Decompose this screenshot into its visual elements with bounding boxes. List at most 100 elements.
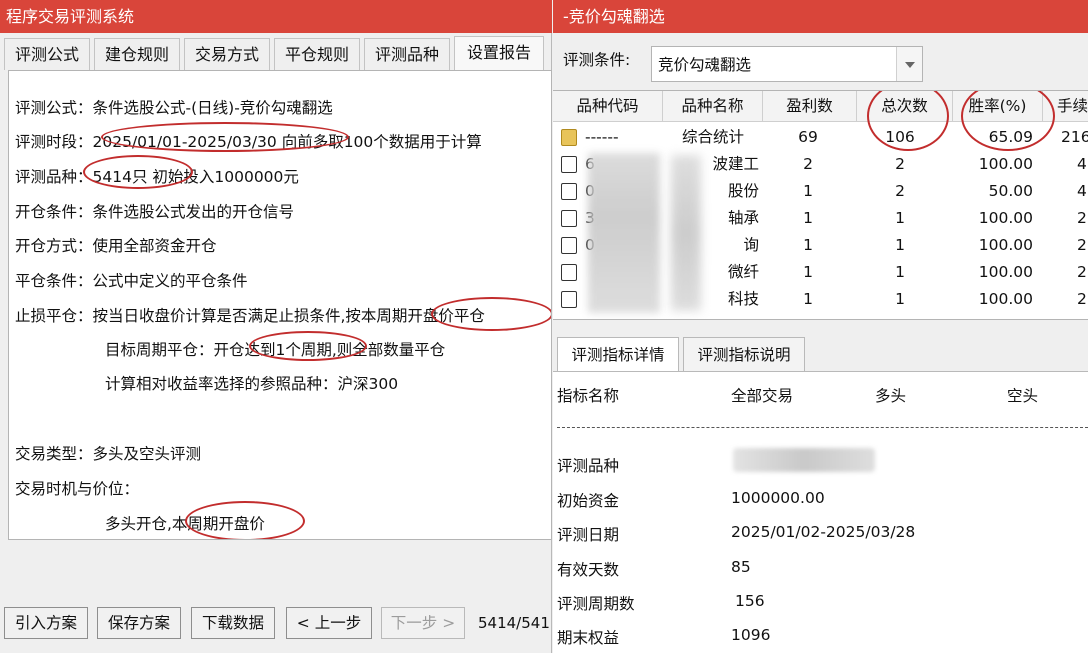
document-icon — [561, 156, 577, 173]
tab-close-rules[interactable]: 平仓规则 — [274, 38, 360, 70]
summary-icon — [561, 129, 577, 146]
cell-rate: 100.00 — [978, 155, 1033, 173]
timing-label: 交易时机与价位： — [15, 480, 140, 498]
cell-fee: 4 — [1077, 155, 1087, 173]
annotation-circle — [83, 155, 193, 189]
cell-fee: 2 — [1077, 209, 1087, 227]
cell-total: 2 — [895, 182, 905, 200]
cell-fee: 2 — [1077, 236, 1087, 254]
cell-total: 1 — [895, 263, 905, 281]
results-window-title: -竞价勾魂翻选 — [553, 0, 1088, 33]
document-icon — [561, 291, 577, 308]
detail-header-name: 指标名称 — [557, 387, 620, 405]
redaction-blur — [671, 155, 701, 311]
download-data-button[interactable]: 下载数据 — [191, 607, 275, 639]
detail-label: 初始资金 — [557, 492, 620, 510]
annotation-circle — [431, 297, 551, 331]
document-icon — [561, 183, 577, 200]
cell-profit: 1 — [803, 236, 813, 254]
detail-label: 评测周期数 — [557, 595, 635, 613]
cell-profit: 69 — [798, 128, 818, 146]
annotation-circle — [101, 122, 349, 152]
results-table: 品种代码 品种名称 盈利数 总次数 胜率(%) 手续 ------ 综合统计 6… — [553, 90, 1088, 320]
window-title: 程序交易评测系统 — [0, 0, 552, 33]
results-window: -竞价勾魂翻选 评测条件: 竞价勾魂翻选 品种代码 品种名称 盈利数 总次数 胜… — [553, 0, 1088, 653]
backtest-window: 程序交易评测系统 评测公式 建仓规则 交易方式 平仓规则 评测品种 设置报告 评… — [0, 0, 552, 653]
cell-name: 微纤 — [727, 263, 759, 281]
detail-label: 评测日期 — [557, 526, 620, 544]
cell-code: ------ — [585, 128, 619, 146]
cell-rate: 50.00 — [988, 182, 1033, 200]
cell-rate: 100.00 — [978, 209, 1033, 227]
detail-value: 156 — [735, 592, 765, 610]
detail-label: 有效天数 — [557, 561, 620, 579]
tab-report-settings[interactable]: 设置报告 — [454, 36, 544, 70]
cell-rate: 100.00 — [978, 290, 1033, 308]
open-condition-line: 开仓条件：条件选股公式发出的开仓信号 — [15, 203, 295, 221]
tab-metric-details[interactable]: 评测指标详情 — [557, 337, 679, 371]
detail-label: 期末权益 — [557, 629, 620, 647]
cell-profit: 1 — [803, 209, 813, 227]
detail-header-long: 多头 — [875, 387, 907, 405]
condition-select[interactable]: 竞价勾魂翻选 — [651, 46, 923, 82]
tab-trade-mode[interactable]: 交易方式 — [184, 38, 270, 70]
col-code[interactable]: 品种代码 — [553, 91, 663, 122]
detail-value: 1000000.00 — [731, 489, 825, 507]
metric-details-panel: 指标名称 全部交易 多头 空头 评测品种 初始资金 1000000.00 评测日… — [553, 371, 1088, 653]
cell-name: 轴承 — [727, 209, 759, 227]
next-step-button[interactable]: 下一步 > — [381, 607, 465, 639]
cell-total: 1 — [895, 209, 905, 227]
redaction-blur — [588, 153, 660, 313]
tab-metric-notes[interactable]: 评测指标说明 — [683, 337, 805, 371]
cell-rate: 100.00 — [978, 263, 1033, 281]
cell-total: 2 — [895, 155, 905, 173]
import-plan-button[interactable]: 引入方案 — [4, 607, 88, 639]
bottom-toolbar: 引入方案 保存方案 下载数据 < 上一步 下一步 > 5414/541 — [0, 600, 552, 653]
progress-count: 5414/541 — [478, 614, 550, 632]
tab-formula[interactable]: 评测公式 — [4, 38, 90, 70]
cell-name: 股份 — [727, 182, 759, 200]
detail-tab-bar: 评测指标详情 评测指标说明 — [553, 337, 1088, 371]
document-icon — [561, 210, 577, 227]
cell-profit: 2 — [803, 155, 813, 173]
cell-fee: 216 — [1061, 128, 1088, 146]
open-mode-line: 开仓方式：使用全部资金开仓 — [15, 237, 217, 255]
detail-header-all: 全部交易 — [731, 387, 794, 405]
condition-label: 评测条件: — [563, 51, 631, 69]
formula-line: 评测公式：条件选股公式-(日线)-竞价勾魂翻选 — [15, 99, 333, 117]
save-plan-button[interactable]: 保存方案 — [97, 607, 181, 639]
cell-profit: 1 — [803, 263, 813, 281]
report-settings-panel: 评测公式：条件选股公式-(日线)-竞价勾魂翻选 评测时段：2025/01/01-… — [8, 70, 552, 540]
left-tab-bar: 评测公式 建仓规则 交易方式 平仓规则 评测品种 设置报告 — [0, 36, 552, 70]
cell-fee: 2 — [1077, 263, 1087, 281]
cell-rate: 100.00 — [978, 236, 1033, 254]
cell-name: 综合统计 — [681, 128, 744, 146]
document-icon — [561, 264, 577, 281]
close-condition-line: 平仓条件：公式中定义的平仓条件 — [15, 272, 248, 290]
detail-value: 2025/01/02-2025/03/28 — [731, 523, 916, 541]
chevron-down-icon[interactable] — [896, 47, 922, 81]
detail-label: 评测品种 — [557, 457, 620, 475]
detail-value: 85 — [731, 558, 751, 576]
annotation-circle — [249, 331, 367, 361]
cell-profit: 1 — [803, 182, 813, 200]
document-icon — [561, 237, 577, 254]
col-name[interactable]: 品种名称 — [663, 91, 763, 122]
annotation-circle — [185, 501, 305, 539]
col-profit[interactable]: 盈利数 — [763, 91, 857, 122]
redaction-blur — [733, 448, 875, 472]
tab-symbols[interactable]: 评测品种 — [364, 38, 450, 70]
detail-header-short: 空头 — [1007, 387, 1039, 405]
cell-name: 询 — [743, 236, 759, 254]
cell-total: 1 — [895, 236, 905, 254]
cell-profit: 1 — [803, 290, 813, 308]
cell-fee: 4 — [1077, 182, 1087, 200]
detail-value: 1096 — [731, 626, 771, 644]
benchmark-line: 计算相对收益率选择的参照品种：沪深300 — [105, 375, 399, 393]
tab-open-rules[interactable]: 建仓规则 — [94, 38, 180, 70]
cell-fee: 2 — [1077, 290, 1087, 308]
cell-total: 1 — [895, 290, 905, 308]
cell-name: 波建工 — [712, 155, 759, 173]
prev-step-button[interactable]: < 上一步 — [286, 607, 372, 639]
condition-select-value: 竞价勾魂翻选 — [658, 56, 752, 74]
